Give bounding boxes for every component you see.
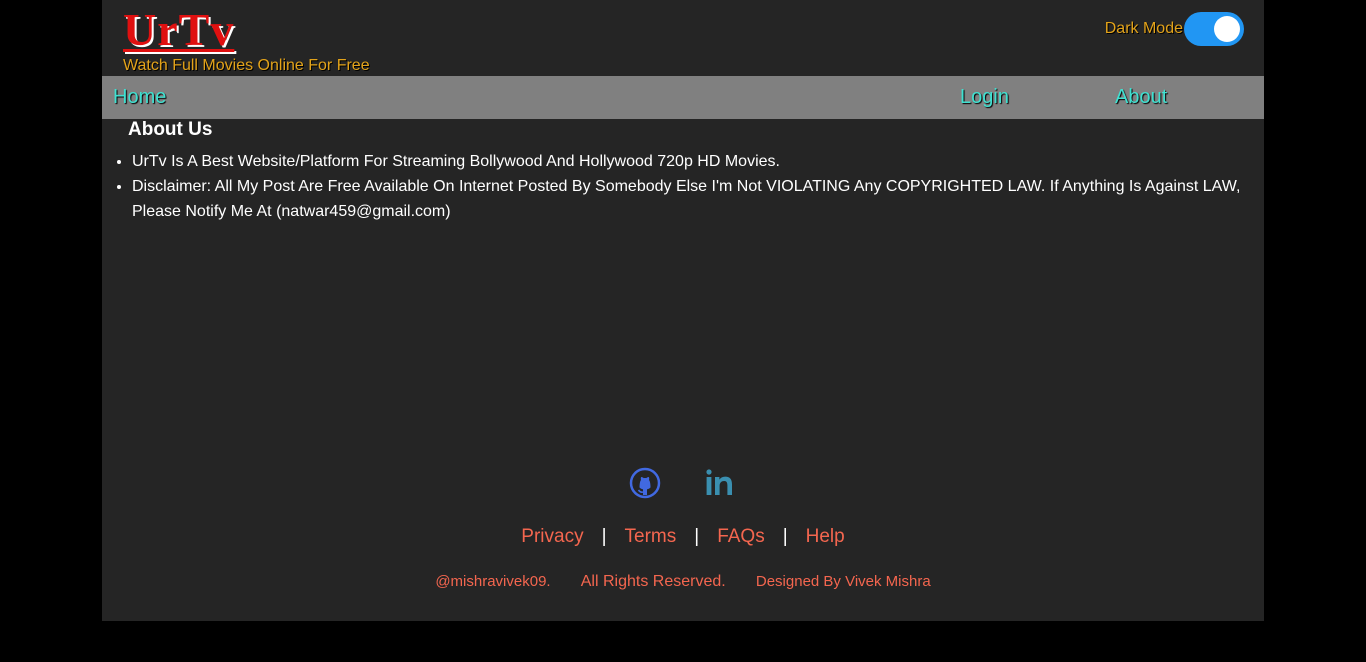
designer-credit: Designed By Vivek Mishra (755, 573, 931, 590)
social-links (102, 465, 1264, 501)
privacy-link[interactable]: Privacy (521, 526, 583, 547)
help-link[interactable]: Help (806, 526, 845, 547)
footer-separator: | (782, 526, 788, 547)
footer-links: Privacy | Terms | FAQs | Help (102, 524, 1264, 550)
dark-mode-control: Dark Mode (1105, 12, 1244, 46)
site-logo[interactable]: UrTv (123, 2, 234, 58)
nav-home-link[interactable]: Home (113, 76, 166, 119)
navbar: Home Login About (102, 76, 1264, 119)
faqs-link[interactable]: FAQs (717, 526, 765, 547)
footer-credits: @mishravivek09. All Rights Reserved. Des… (102, 571, 1264, 593)
terms-link[interactable]: Terms (625, 526, 677, 547)
header: UrTv Watch Full Movies Online For Free D… (102, 0, 1264, 76)
footer-separator: | (694, 526, 700, 547)
github-icon[interactable] (629, 465, 661, 501)
footer-separator: | (601, 526, 607, 547)
toggle-knob (1214, 16, 1240, 42)
dark-mode-label: Dark Mode (1104, 20, 1183, 37)
page-container: UrTv Watch Full Movies Online For Free D… (102, 0, 1264, 621)
about-item: UrTv Is A Best Website/Platform For Stre… (132, 149, 1242, 174)
about-title: About Us (128, 119, 213, 140)
nav-login-link[interactable]: Login (960, 76, 1009, 119)
about-list: UrTv Is A Best Website/Platform For Stre… (102, 149, 1242, 224)
nav-about-link[interactable]: About (1115, 76, 1167, 119)
linkedin-icon[interactable] (705, 465, 737, 501)
site-tagline: Watch Full Movies Online For Free (123, 57, 370, 74)
author-handle[interactable]: @mishravivek09. (435, 573, 550, 590)
rights-text: All Rights Reserved. (580, 573, 726, 590)
about-item: Disclaimer: All My Post Are Free Availab… (132, 174, 1242, 224)
dark-mode-toggle[interactable] (1184, 12, 1244, 46)
